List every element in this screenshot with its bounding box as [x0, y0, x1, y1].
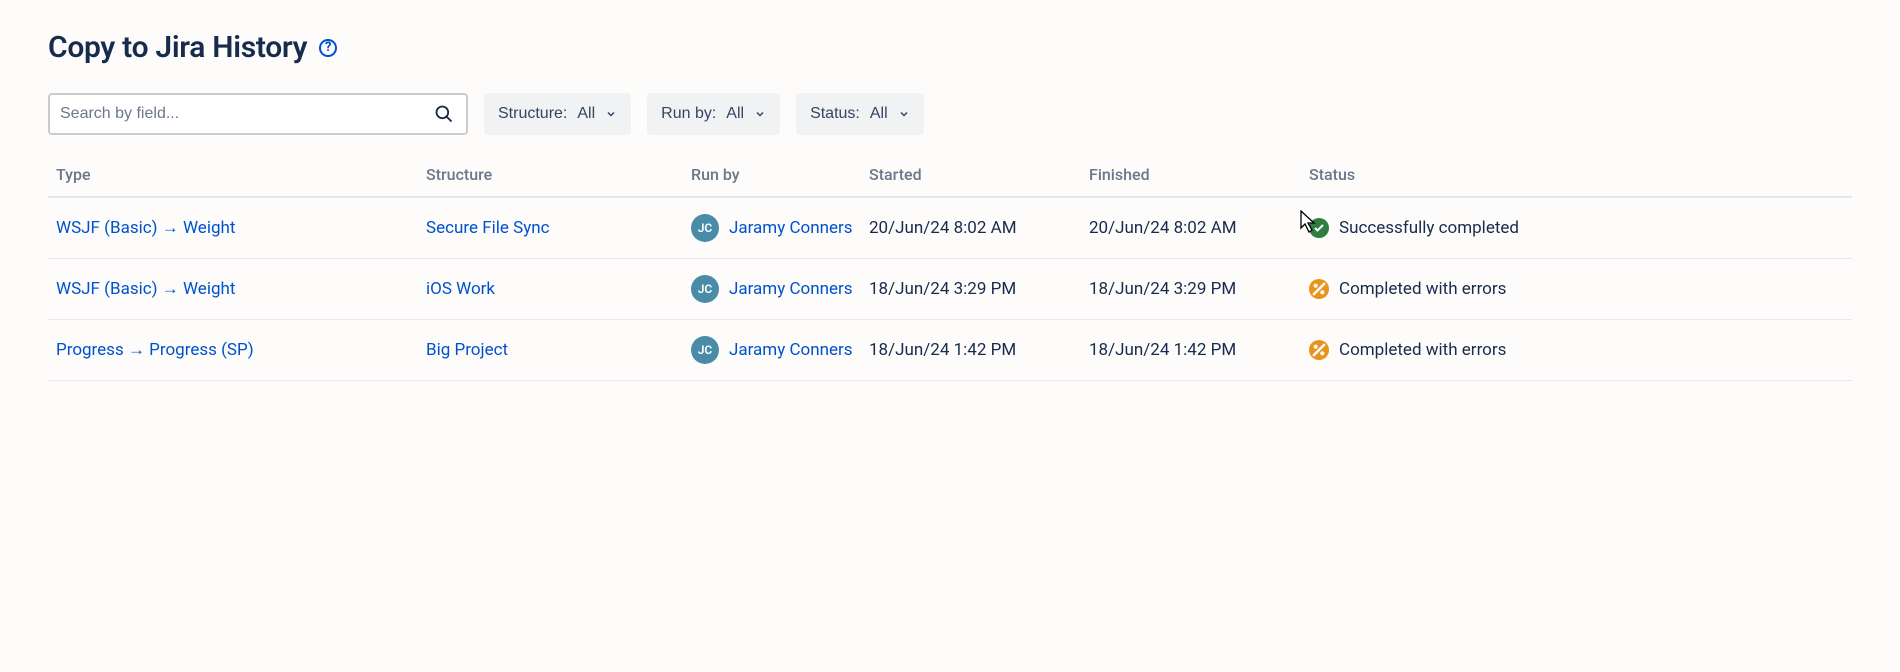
avatar: JC — [691, 336, 719, 364]
col-header-finished[interactable]: Finished — [1081, 153, 1301, 197]
search-field-wrapper — [48, 93, 468, 135]
status-text: Completed with errors — [1339, 340, 1506, 360]
warning-circle-icon — [1309, 340, 1329, 360]
table-header-row: Type Structure Run by Started Finished S… — [48, 153, 1852, 197]
chevron-down-icon — [754, 108, 766, 120]
chevron-down-icon — [898, 108, 910, 120]
user-cell: JC Jaramy Conners — [691, 336, 853, 364]
filter-structure[interactable]: Structure: All — [484, 93, 631, 135]
started-cell: 18/Jun/24 3:29 PM — [861, 259, 1081, 320]
table-row[interactable]: WSJF (Basic) → Weight iOS Work JC Jaramy Co… — [48, 259, 1852, 320]
user-link[interactable]: Jaramy Conners — [729, 340, 853, 360]
finished-cell: 18/Jun/24 1:42 PM — [1081, 320, 1301, 381]
status-text: Completed with errors — [1339, 279, 1506, 299]
user-link[interactable]: Jaramy Conners — [729, 218, 853, 238]
status-cell: Successfully completed — [1309, 218, 1844, 238]
filter-runby-value: All — [726, 105, 744, 123]
type-link[interactable]: WSJF (Basic) → Weight — [56, 218, 235, 238]
filter-structure-label: Structure: — [498, 105, 567, 123]
table-row[interactable]: WSJF (Basic) → WeightSecure File SyncJCJ… — [48, 197, 1852, 259]
started-cell: 18/Jun/24 1:42 PM — [861, 320, 1081, 381]
finished-cell: 20/Jun/24 8:02 AM — [1081, 197, 1301, 259]
col-header-status[interactable]: Status — [1301, 153, 1852, 197]
filter-status-label: Status: — [810, 105, 860, 123]
history-table: Type Structure Run by Started Finished S… — [48, 153, 1852, 381]
toolbar: Structure: All Run by: All Status: All — [48, 93, 1852, 135]
filter-structure-value: All — [577, 105, 595, 123]
user-cell: JC Jaramy Conners — [691, 214, 853, 242]
user-link[interactable]: Jaramy Conners — [729, 279, 853, 299]
search-button[interactable] — [430, 100, 458, 128]
filter-status[interactable]: Status: All — [796, 93, 924, 135]
col-header-runby[interactable]: Run by — [683, 153, 861, 197]
search-icon — [434, 104, 454, 124]
page-title: Copy to Jira History — [48, 30, 307, 65]
status-text: Successfully completed — [1339, 218, 1519, 238]
structure-link[interactable]: Secure File Sync — [426, 218, 550, 238]
type-link[interactable]: Progress → Progress (SP) — [56, 340, 254, 360]
check-circle-icon — [1309, 218, 1329, 238]
structure-link[interactable]: Big Project — [426, 340, 508, 360]
structure-link[interactable]: iOS Work — [426, 279, 495, 299]
type-link[interactable]: WSJF (Basic) → Weight — [56, 279, 235, 299]
filter-status-value: All — [870, 105, 888, 123]
filter-runby[interactable]: Run by: All — [647, 93, 780, 135]
user-cell: JC Jaramy Conners — [691, 275, 853, 303]
page-header: Copy to Jira History ? — [48, 30, 1852, 65]
warning-circle-icon — [1309, 279, 1329, 299]
status-cell: Completed with errors — [1309, 279, 1844, 299]
col-header-structure[interactable]: Structure — [418, 153, 683, 197]
avatar: JC — [691, 214, 719, 242]
status-cell: Completed with errors — [1309, 340, 1844, 360]
col-header-started[interactable]: Started — [861, 153, 1081, 197]
started-cell: 20/Jun/24 8:02 AM — [861, 197, 1081, 259]
col-header-type[interactable]: Type — [48, 153, 418, 197]
table-row[interactable]: Progress → Progress (SP) Big Project JC Jar… — [48, 320, 1852, 381]
search-input[interactable] — [60, 105, 430, 123]
finished-cell: 18/Jun/24 3:29 PM — [1081, 259, 1301, 320]
filter-runby-label: Run by: — [661, 105, 716, 123]
chevron-down-icon — [605, 108, 617, 120]
avatar: JC — [691, 275, 719, 303]
help-icon[interactable]: ? — [319, 39, 337, 57]
